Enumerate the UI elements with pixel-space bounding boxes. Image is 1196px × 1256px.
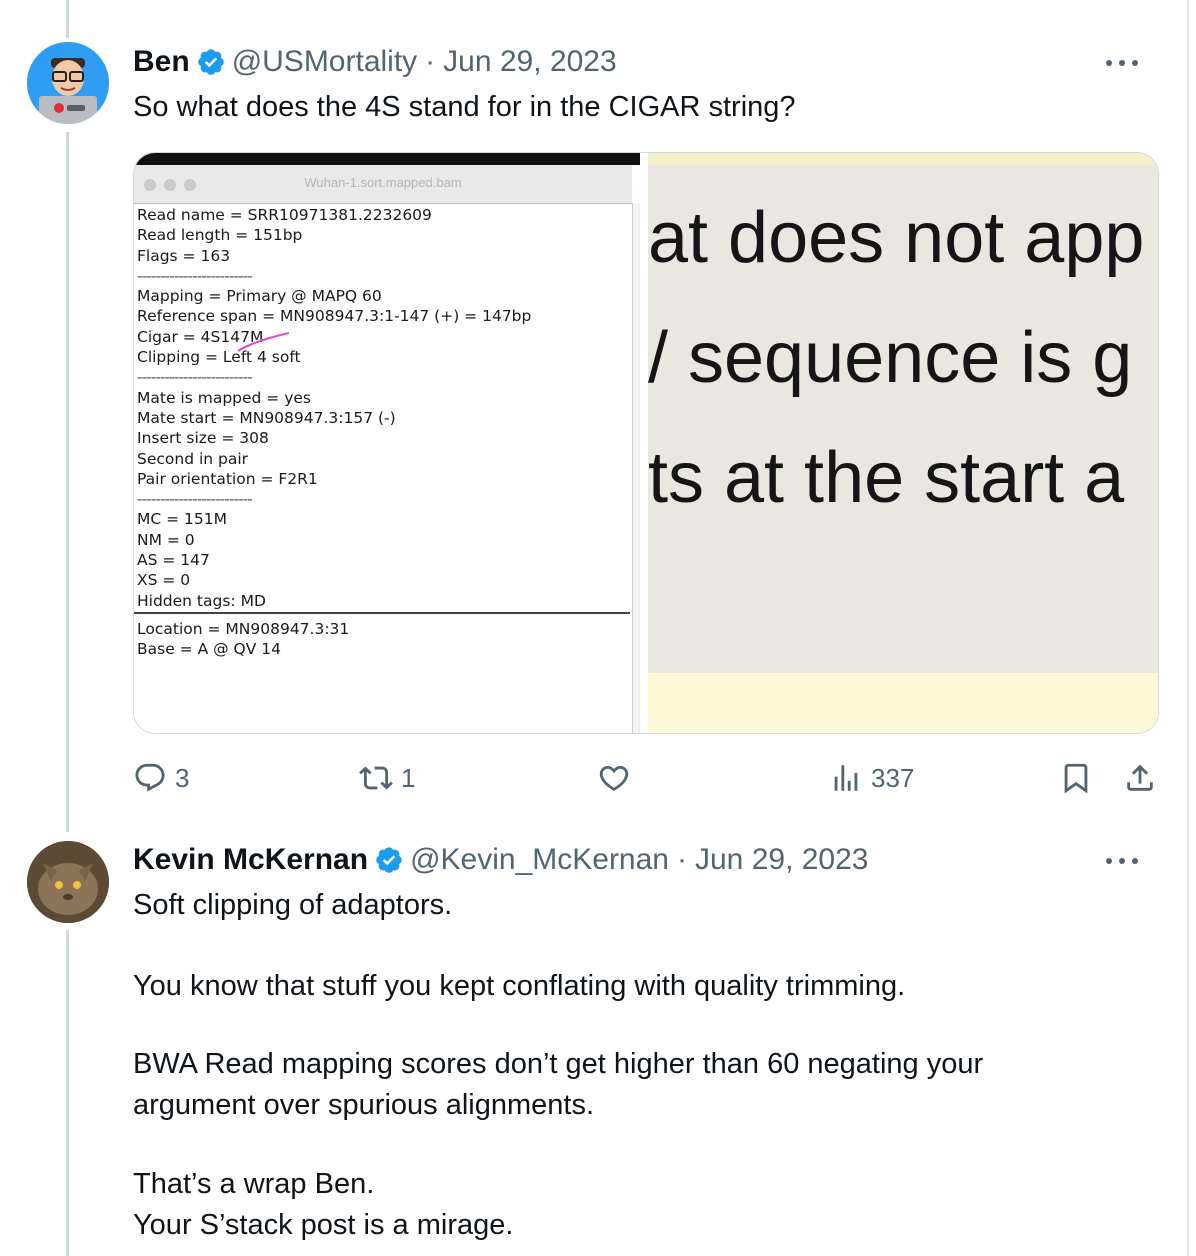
bam-line: Read length = 151bp: [137, 226, 303, 245]
heart-icon: [599, 765, 629, 791]
tweet-date[interactable]: Jun 29, 2023: [443, 45, 616, 79]
bam-line: Location = MN908947.3:31: [137, 620, 350, 638]
share-icon: [1127, 764, 1153, 791]
author-handle[interactable]: @USMortality: [232, 45, 417, 79]
bam-line: Insert size = 308: [137, 429, 269, 448]
igv-read-popup-screenshot: Wuhan-1.sort.mapped.bam Read name = SRR1…: [134, 153, 641, 733]
zoom-text-line: at does not app: [648, 198, 1145, 278]
reply-count: 3: [175, 762, 190, 793]
dot-separator: ·: [677, 843, 687, 876]
verified-badge-icon: [376, 847, 402, 873]
bam-line: Reference span = MN908947.3:1-147 (+) = …: [137, 307, 532, 326]
tweet-paragraph: Soft clipping of adaptors.: [133, 889, 453, 921]
bam-line: Flags = 163: [137, 246, 231, 265]
thread-line-top: [66, 0, 69, 38]
bam-line: Hidden tags: MD: [137, 591, 266, 610]
window-title: Wuhan-1.sort.mapped.bam: [304, 175, 462, 190]
tweet-actions: 3 1 337: [133, 758, 1157, 798]
zoom-text-line: ts at the start a: [648, 438, 1125, 518]
reply-icon: [135, 763, 165, 792]
memoji-avatar-image: [27, 42, 109, 124]
tweet-media[interactable]: Wuhan-1.sort.mapped.bam Read name = SRR1…: [133, 152, 1159, 734]
tweet-header: Ben @USMortality · Jun 29, 2023: [133, 42, 617, 82]
reply-button[interactable]: 3: [133, 758, 189, 798]
bam-line-clipping: Clipping = Left 4 soft: [137, 348, 301, 367]
bam-line: Mate start = MN908947.3:157 (-): [137, 408, 396, 427]
dot-separator: ·: [425, 45, 436, 78]
retweet-button[interactable]: 1: [359, 758, 415, 798]
tweet-text: So what does the 4S stand for in the CIG…: [133, 91, 796, 123]
cat-avatar-image: [27, 841, 109, 923]
zoom-text-line: / sequence is g: [648, 318, 1133, 398]
bam-line-cigar: Cigar = 4S147M: [137, 327, 264, 346]
like-button[interactable]: [597, 758, 631, 798]
column-border: [1187, 0, 1189, 1256]
tweet-paragraph: BWA Read mapping scores don’t get higher…: [133, 1048, 984, 1121]
bookmark-icon: [1064, 763, 1088, 794]
image-gap: [640, 153, 648, 733]
bam-line: AS = 147: [137, 551, 210, 570]
author-handle[interactable]: @Kevin_McKernan: [410, 843, 669, 877]
tweet-paragraph: That’s a wrap Ben. Your S’stack post is …: [133, 1168, 514, 1241]
more-options-icon[interactable]: [1106, 846, 1138, 876]
bam-separator: -------------------------: [137, 266, 253, 285]
avatar-kevin[interactable]: [27, 841, 109, 923]
retweet-icon: [359, 766, 393, 790]
bam-line: Base = A @ QV 14: [137, 640, 281, 659]
tweet-date[interactable]: Jun 29, 2023: [695, 843, 868, 877]
bam-line: Read name = SRR10971381.2232609: [137, 206, 432, 224]
read-details-text: Read name = SRR10971381.2232609 Read len…: [137, 205, 629, 611]
views-button[interactable]: 337: [829, 758, 914, 798]
bam-line: NM = 0: [137, 530, 195, 549]
tweet-paragraph: You know that stuff you kept conflating …: [133, 970, 906, 1002]
bam-line: Pair orientation = F2R1: [137, 469, 318, 488]
bam-line: Mapping = Primary @ MAPQ 60: [137, 287, 382, 306]
views-chart-icon: [834, 765, 858, 791]
author-name[interactable]: Ben: [133, 45, 190, 79]
thread-line-connector: [66, 132, 69, 832]
bam-line: MC = 151M: [137, 510, 227, 529]
pink-annotation-mark: [237, 332, 290, 352]
share-button[interactable]: [1123, 758, 1157, 798]
retweet-count: 1: [401, 762, 416, 793]
verified-badge-icon: [197, 49, 224, 75]
bam-line: Second in pair: [137, 449, 249, 468]
thread-line-bottom: [66, 930, 69, 1256]
zoomed-slide-screenshot: at does not app / sequence is g ts at th…: [648, 153, 1158, 733]
bam-separator: -------------------------: [137, 368, 253, 387]
bam-separator: -------------------------: [137, 490, 253, 509]
bookmark-button[interactable]: [1059, 758, 1093, 798]
views-count: 337: [871, 762, 915, 793]
window-titlebar: Wuhan-1.sort.mapped.bam: [134, 165, 632, 204]
location-text: Location = MN908947.3:31 Base = A @ QV 1…: [137, 619, 349, 660]
more-options-icon[interactable]: [1106, 48, 1138, 78]
avatar-ben[interactable]: [27, 42, 109, 124]
panel-divider: [134, 612, 630, 614]
bam-line: XS = 0: [137, 571, 191, 590]
author-name[interactable]: Kevin McKernan: [133, 843, 368, 877]
bam-line: Mate is mapped = yes: [137, 388, 311, 407]
tweet-header: Kevin McKernan @Kevin_McKernan · Jun 29,…: [133, 840, 868, 880]
